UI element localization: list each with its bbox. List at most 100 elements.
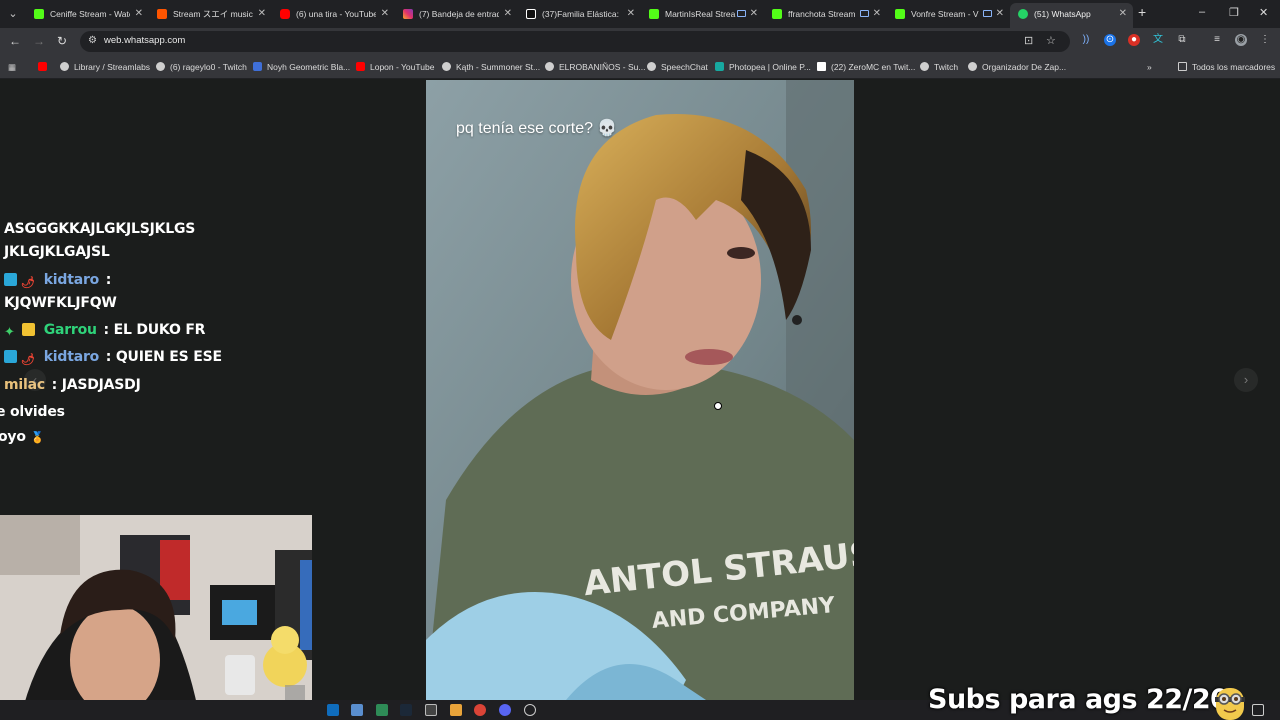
monitor-app-icon[interactable] <box>351 704 363 716</box>
crown-badge-icon <box>22 323 35 336</box>
tab-ceniffe[interactable]: Ceniffe Stream - Watc ✕ <box>26 3 149 25</box>
close-icon[interactable]: ✕ <box>750 3 758 25</box>
profile-avatar[interactable]: ◉ <box>1235 34 1247 46</box>
tab-tiktok[interactable]: (37)Familia Elástica: B ✕ <box>518 3 641 25</box>
tab-instagram[interactable]: (7) Bandeja de entrada ✕ <box>395 3 518 25</box>
whatsapp-icon <box>1018 9 1028 19</box>
streamer-webcam <box>0 515 312 720</box>
chat-text: KJQWFKLJFQW <box>4 295 117 311</box>
chat-message: e olvides <box>0 404 65 420</box>
extensions-puzzle-icon[interactable]: ⧉ <box>1176 34 1188 46</box>
close-icon[interactable]: ✕ <box>996 3 1004 25</box>
tab-martinisreal[interactable]: MartinIsReal Strea ✕ <box>641 3 764 25</box>
kick-icon <box>895 9 905 19</box>
tiktok-icon <box>526 9 536 19</box>
close-icon[interactable]: ✕ <box>873 3 881 25</box>
menu-kebab-icon[interactable]: ⋮ <box>1259 34 1271 46</box>
subs-goal-overlay: Subs para ags 22/20 <box>928 684 1229 715</box>
bookmark-elrobaninos[interactable]: ELROBANIÑOS - Su... <box>545 61 645 73</box>
bookmark-label: Noyh Geometric Bla... <box>267 62 351 72</box>
close-icon[interactable]: ✕ <box>627 3 635 25</box>
tab-title: (51) WhatsApp <box>1034 9 1091 19</box>
discord-icon[interactable] <box>499 704 511 716</box>
tab-whatsapp[interactable]: (51) WhatsApp ✕ <box>1010 3 1133 28</box>
globe-icon <box>647 62 656 71</box>
chat-text: QUIEN ES ESE <box>111 349 222 365</box>
all-bookmarks-label: Todos los marcadores <box>1192 62 1276 72</box>
bookmark-label: Kąth - Summoner St... <box>456 62 541 72</box>
minimize-button[interactable]: – <box>1199 6 1205 18</box>
bookmark-twitch[interactable]: Twitch <box>920 61 958 73</box>
chat-message: ASGGGKKAJLGKJLSJKLGS <box>4 221 195 237</box>
bookmark-star-icon[interactable]: ☆ <box>1046 34 1056 47</box>
tab-youtube[interactable]: (6) una tira - YouTube ✕ <box>272 3 395 25</box>
soundcloud-icon <box>157 9 167 19</box>
restore-button[interactable]: ❐ <box>1229 6 1239 19</box>
apps-grid-icon[interactable]: ▦ <box>8 61 16 73</box>
extension-audio-icon[interactable]: )) <box>1080 34 1092 46</box>
next-media-button[interactable]: › <box>1234 368 1258 392</box>
reload-button[interactable]: ↻ <box>57 34 67 48</box>
terminal-icon[interactable] <box>425 704 437 716</box>
close-window-button[interactable]: ✕ <box>1259 6 1268 19</box>
bookmark-organizador[interactable]: Organizador De Zap... <box>968 61 1066 73</box>
address-bar[interactable]: ⚙ web.whatsapp.com ⊡ ☆ <box>80 31 1070 52</box>
steam-icon[interactable] <box>400 704 412 716</box>
x-twitter-icon <box>817 62 826 71</box>
whatsapp-media-viewer: ASGGGKKAJLGKJLSJKLGS JKLGJKLGAJSL 🌶 kidt… <box>0 80 1280 720</box>
close-icon[interactable]: ✕ <box>135 3 143 25</box>
site-info-icon[interactable]: ⚙ <box>88 35 97 46</box>
chrome-icon[interactable] <box>474 704 486 716</box>
tab-vonfre[interactable]: Vonfre Stream - V ✕ <box>887 3 1010 25</box>
tab-ffranchota[interactable]: ffranchota Stream ✕ <box>764 3 887 25</box>
close-icon[interactable]: ✕ <box>258 3 266 25</box>
close-icon[interactable]: ✕ <box>1119 3 1127 25</box>
url-text[interactable]: web.whatsapp.com <box>104 35 185 46</box>
obs-icon[interactable] <box>524 704 536 716</box>
bookmarks-overflow-button[interactable]: » <box>1147 61 1152 73</box>
outlook-icon[interactable] <box>327 704 339 716</box>
file-app-icon[interactable] <box>376 704 388 716</box>
extension-blue-icon[interactable]: ⊙ <box>1104 34 1116 46</box>
globe-icon <box>60 62 69 71</box>
app-orange-icon[interactable] <box>450 704 462 716</box>
media-image[interactable]: ANTOL STRAUS AND COMPANY pq tenía ese co… <box>426 80 854 700</box>
bookmark-lopon[interactable]: Lopon - YouTube <box>356 61 434 73</box>
bookmark-photopea[interactable]: Photopea | Online P... <box>715 61 811 73</box>
media-playing-icon <box>983 10 992 17</box>
install-app-icon[interactable]: ⊡ <box>1024 34 1033 47</box>
close-icon[interactable]: ✕ <box>381 3 389 25</box>
back-button[interactable]: ← <box>9 34 21 48</box>
previous-media-button[interactable]: ‹ <box>24 369 46 391</box>
bookmark-zeromc[interactable]: (22) ZeroMC en Twit... <box>817 61 915 73</box>
kick-icon <box>649 9 659 19</box>
notifications-icon[interactable] <box>1252 704 1264 716</box>
forward-button[interactable]: → <box>33 34 45 48</box>
bookmark-label: (6) rageylo0 - Twitch <box>170 62 247 72</box>
chat-message: oyo 🏅 <box>0 429 44 445</box>
bookmark-speechchat[interactable]: SpeechChat <box>647 61 708 73</box>
bookmark-noyh[interactable]: Noyh Geometric Bla... <box>253 61 350 73</box>
tab-stream-music[interactable]: Stream スエイ music | ✕ <box>149 3 272 25</box>
youtube-icon <box>280 9 290 19</box>
bookmark-streamlabs[interactable]: Library / Streamlabs <box>60 61 150 73</box>
zoom-cursor-icon <box>714 402 722 410</box>
globe-icon <box>156 62 165 71</box>
bookmark-label: (22) ZeroMC en Twit... <box>831 62 916 72</box>
image-icon <box>253 62 262 71</box>
bookmark-kath[interactable]: Kąth - Summoner St... <box>442 61 540 73</box>
globe-icon <box>442 62 451 71</box>
tab-title: Stream スエイ music | <box>173 9 253 19</box>
tab-search-icon[interactable]: ⌄ <box>4 5 22 23</box>
bookmark-rageylo[interactable]: (6) rageylo0 - Twitch <box>156 61 247 73</box>
bookmarks-bar: ▦ Library / Streamlabs (6) rageylo0 - Tw… <box>0 55 1280 79</box>
tab-title: MartinIsReal Strea <box>665 9 736 19</box>
extension-red-icon[interactable]: ● <box>1128 34 1140 46</box>
new-tab-button[interactable]: + <box>1138 4 1146 20</box>
bookmark-youtube[interactable] <box>38 61 52 73</box>
chat-text: ASGGGKKAJLGKJLSJKLGS <box>4 221 196 237</box>
extension-translate-icon[interactable]: 文 <box>1152 34 1164 46</box>
all-bookmarks-button[interactable]: Todos los marcadores <box>1178 61 1275 73</box>
close-icon[interactable]: ✕ <box>504 3 512 25</box>
media-control-icon[interactable]: ≡ <box>1211 34 1223 46</box>
